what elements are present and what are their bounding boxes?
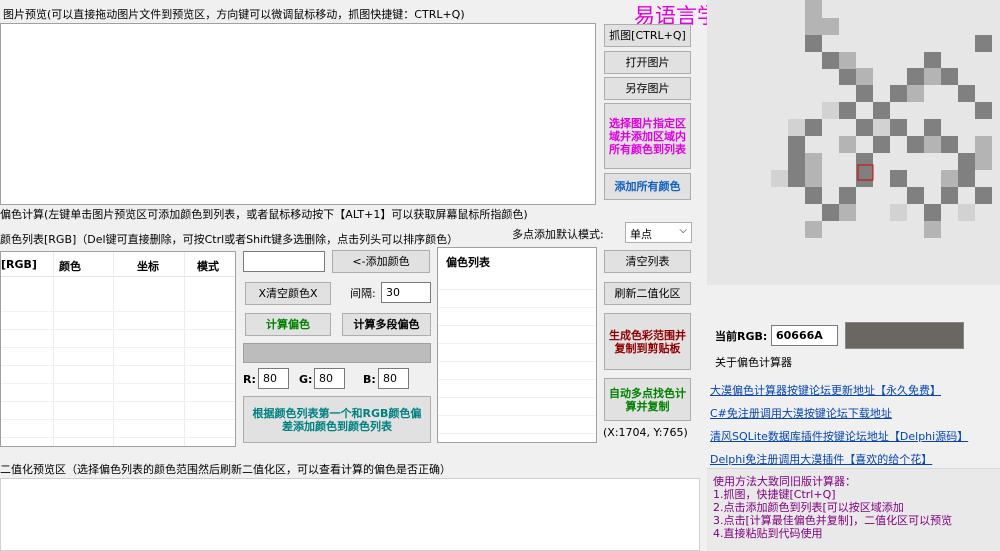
capture-button[interactable]: 抓图[CTRL+Q]	[604, 24, 691, 47]
table-row	[1, 330, 235, 348]
mode-select[interactable]: 单点 ⌵	[625, 222, 692, 243]
list-item	[438, 362, 596, 380]
about-link-delphi[interactable]: Delphi免注册调用大漠插件【喜欢的给个花】	[710, 451, 932, 467]
about-link-csharp[interactable]: C#免注册调用大漠按键论坛下载地址	[710, 405, 892, 421]
calc-title: 偏色计算(左键单击图片预览区可添加颜色到列表，或者鼠标移动按下【ALT+1】可以…	[0, 208, 528, 221]
add-all-colors-button[interactable]: 添加所有颜色	[604, 173, 691, 200]
binary-preview-area[interactable]	[0, 478, 700, 551]
zoom-preview	[707, 0, 1000, 285]
b-input[interactable]: 80	[378, 368, 409, 389]
mouse-coords: (X:1704, Y:765)	[603, 426, 688, 439]
table-row	[1, 366, 235, 384]
usage-line: 2.点击添加颜色到列表[可以按区域添加	[713, 501, 904, 514]
list-item	[438, 326, 596, 344]
list-item	[438, 398, 596, 416]
color-list-table[interactable]: [RGB] 颜色 坐标 模式	[0, 251, 236, 447]
offset-list-title: 偏色列表	[446, 256, 490, 269]
interval-label: 间隔:	[350, 287, 376, 300]
list-item	[438, 290, 596, 308]
save-image-button[interactable]: 另存图片	[604, 77, 691, 100]
current-rgb-value[interactable]: 60666A	[771, 325, 838, 346]
list-item	[438, 308, 596, 326]
generate-range-button[interactable]: 生成色彩范围并复制到剪贴板	[604, 313, 691, 370]
g-input[interactable]: 80	[314, 368, 345, 389]
add-by-rgb-button[interactable]: 根据颜色列表第一个和RGB颜色偏差添加颜色到颜色列表	[243, 396, 431, 443]
about-link-sqlite[interactable]: 清风SQLite数据库插件按键论坛地址【Delphi源码】	[710, 428, 968, 444]
g-label: G:	[299, 373, 313, 386]
about-title: 关于偏色计算器	[715, 356, 792, 369]
list-item	[438, 272, 596, 290]
table-row	[1, 402, 235, 420]
color-input[interactable]	[243, 251, 325, 272]
preview-title: 图片预览(可以直接拖动图片文件到预览区，方向键可以微调鼠标移动，抓图快捷键：CT…	[3, 8, 465, 21]
table-row	[1, 384, 235, 402]
list-item	[438, 380, 596, 398]
zoom-pixel-art	[771, 0, 992, 238]
clear-color-button[interactable]: X清空颜色X	[245, 282, 331, 305]
offset-color-list[interactable]: 偏色列表	[437, 247, 597, 443]
usage-line: 3.点击[计算最佳偏色并复制]，二值化区可以预览	[713, 514, 953, 527]
clear-list-button[interactable]: 清空列表	[604, 250, 691, 273]
mode-select-value: 单点	[630, 228, 652, 241]
interval-input[interactable]: 30	[381, 282, 431, 303]
table-row	[1, 420, 235, 438]
open-image-button[interactable]: 打开图片	[604, 51, 691, 74]
r-input[interactable]: 80	[258, 368, 289, 389]
list-hint: 颜色列表[RGB]（Del键可直接删除，可按Ctrl或者Shift键多选删除，点…	[0, 233, 459, 246]
refresh-binary-button[interactable]: 刷新二值化区	[604, 282, 691, 305]
binary-title: 二值化预览区（选择偏色列表的颜色范围然后刷新二值化区，可以查看计算的偏色是否正确…	[0, 463, 451, 476]
usage-box: 使用方法大致同旧版计算器： 1.抓图，快捷键[Ctrl+Q] 2.点击添加颜色到…	[707, 468, 1000, 551]
table-row	[1, 294, 235, 312]
table-row	[1, 348, 235, 366]
usage-line: 4.直接粘贴到代码使用	[713, 527, 823, 540]
add-color-button[interactable]: <-添加颜色	[332, 250, 430, 273]
usage-line: 1.抓图，快捷键[Ctrl+Q]	[713, 488, 836, 501]
table-row	[1, 312, 235, 330]
usage-line: 使用方法大致同旧版计算器：	[713, 475, 856, 488]
auto-multi-point-button[interactable]: 自动多点找色计算并复制	[604, 378, 691, 421]
current-rgb-label: 当前RGB:	[715, 330, 768, 343]
about-link-dm-forum[interactable]: 大漠偏色计算器按键论坛更新地址【永久免费】	[710, 382, 941, 398]
r-label: R:	[243, 373, 256, 386]
list-item	[438, 344, 596, 362]
calc-multi-offset-button[interactable]: 计算多段偏色	[342, 313, 431, 336]
mode-label: 多点添加默认模式:	[512, 228, 604, 241]
b-label: B:	[363, 373, 376, 386]
current-color-swatch	[845, 322, 964, 349]
calc-offset-button[interactable]: 计算偏色	[245, 313, 331, 336]
image-preview-area[interactable]	[0, 23, 596, 205]
select-region-button[interactable]: 选择图片指定区域并添加区域内所有颜色到列表	[604, 103, 691, 169]
list-item	[438, 416, 596, 434]
progress-bar	[243, 343, 431, 363]
chevron-down-icon: ⌵	[679, 225, 687, 236]
